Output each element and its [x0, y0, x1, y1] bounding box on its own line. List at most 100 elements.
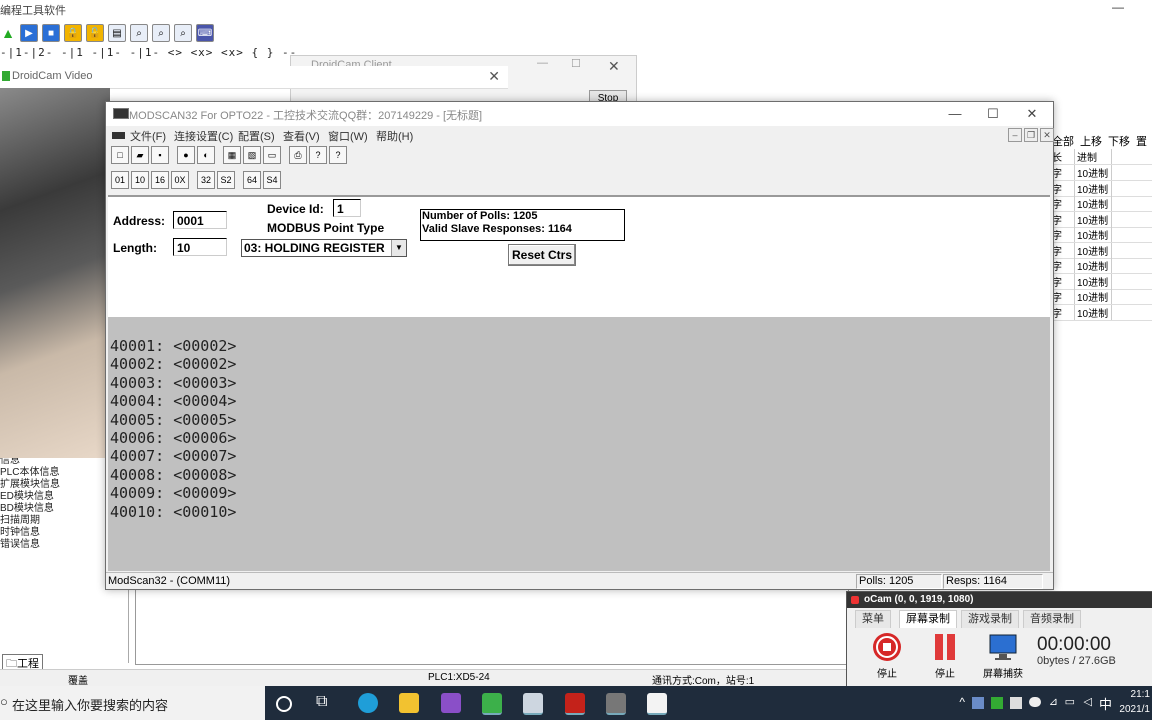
edge-icon[interactable] [358, 693, 378, 713]
monitor-icon[interactable]: ▤ [108, 24, 126, 42]
monitor-icon[interactable]: ▭ [263, 146, 281, 164]
stop-icon[interactable]: ■ [42, 24, 60, 42]
droidcam-client-maximize[interactable]: ☐ [571, 57, 581, 70]
address-input[interactable]: 0001 [173, 211, 227, 229]
screen-capture-button[interactable]: 屏幕捕获 [981, 632, 1025, 680]
decimal-format-icon[interactable]: 10 [131, 171, 149, 189]
visual-studio-icon[interactable] [441, 693, 461, 713]
stop-record-button[interactable]: 停止 [865, 632, 909, 680]
register-row[interactable]: 40010: <00010> [110, 503, 236, 521]
keyboard-icon[interactable]: ⌨ [196, 24, 214, 42]
folder-icon[interactable] [399, 693, 419, 713]
clock-date[interactable]: 2021/1 [1119, 704, 1150, 715]
tray-app-icon[interactable] [972, 697, 984, 709]
float-format-icon[interactable]: 0X [171, 171, 189, 189]
lock-icon[interactable]: 🔒 [64, 24, 82, 42]
search-icon[interactable]: ⌕ [152, 24, 170, 42]
cortana-icon[interactable] [276, 696, 292, 712]
right-panel-row[interactable]: 字 10进制 [1052, 273, 1152, 290]
move-down-button[interactable]: 下移 [1108, 133, 1130, 149]
register-row[interactable]: 40001: <00002> [110, 337, 236, 355]
mdi-restore-button[interactable]: ❐ [1024, 128, 1038, 142]
chevron-up-icon[interactable]: ^ [959, 695, 965, 709]
register-row[interactable]: 40008: <00008> [110, 466, 236, 484]
display-options-icon[interactable]: ▦ [223, 146, 241, 164]
tab-menu[interactable]: 菜单 [855, 610, 891, 628]
maximize-button[interactable]: ☐ [978, 104, 1008, 124]
right-panel-row[interactable]: 字 10进制 [1052, 242, 1152, 259]
mdi-minimize-button[interactable]: – [1008, 128, 1022, 142]
register-row[interactable]: 40006: <00006> [110, 429, 236, 447]
tree-item[interactable]: ED模块信息 [0, 491, 100, 503]
reset-counters-button[interactable]: Reset Ctrs [508, 244, 576, 266]
context-help-icon[interactable]: ? [329, 146, 347, 164]
ladder-symbol-toolbar[interactable]: -|1-|2- -|1 -|1- -|1- <> <x> <x> { } -- … [0, 46, 300, 64]
menu-file[interactable]: 文件(F) [130, 128, 166, 144]
register-row[interactable]: 40007: <00007> [110, 447, 236, 465]
tab-screen-record[interactable]: 屏幕录制 [899, 610, 957, 628]
tray-app2-icon[interactable] [1010, 697, 1022, 709]
tree-item[interactable]: 错误信息 [0, 539, 100, 551]
float32-format-icon[interactable]: 32 [197, 171, 215, 189]
acrobat-icon[interactable] [565, 693, 585, 715]
close-icon[interactable]: ✕ [488, 68, 500, 85]
background-minimize-button[interactable]: — [1112, 0, 1124, 14]
mdi-close-button[interactable]: ✕ [1040, 128, 1054, 142]
tree-item[interactable]: 扩展模块信息 [0, 479, 100, 491]
hex-format-icon[interactable]: 16 [151, 171, 169, 189]
tree-item[interactable]: PLC本体信息 [0, 467, 100, 479]
mdi-doc-icon[interactable] [112, 132, 125, 139]
set-button[interactable]: 置 [1136, 133, 1147, 149]
minimize-button[interactable]: — [940, 104, 970, 124]
unlock-icon[interactable]: 🔓 [86, 24, 104, 42]
all-button[interactable]: 全部 [1052, 133, 1074, 149]
tray-wechat-icon[interactable] [991, 697, 1003, 709]
window-task-icon[interactable] [523, 693, 543, 715]
tree-item[interactable]: BD模块信息 [0, 503, 100, 515]
menu-view[interactable]: 查看(V) [283, 128, 320, 144]
menu-window[interactable]: 窗口(W) [328, 128, 368, 144]
help-icon[interactable]: ? [309, 146, 327, 164]
volume-icon[interactable]: ◁ [1084, 695, 1092, 708]
right-panel-row[interactable]: 字 10进制 [1052, 289, 1152, 305]
clock-time[interactable]: 21:1 [1131, 689, 1150, 700]
right-panel-row[interactable]: 字 10进制 [1052, 304, 1152, 321]
register-row[interactable]: 40005: <00005> [110, 411, 236, 429]
menu-connection[interactable]: 连接设置(C) [174, 128, 233, 144]
cloud-icon[interactable] [1029, 697, 1041, 707]
register-row[interactable]: 40009: <00009> [110, 484, 236, 502]
right-panel-row[interactable]: 字 10进制 [1052, 227, 1152, 243]
point-type-select[interactable]: 03: HOLDING REGISTER ▼ [241, 239, 407, 257]
register-row[interactable]: 40004: <00004> [110, 392, 236, 410]
length-input[interactable]: 10 [173, 238, 227, 256]
register-row[interactable]: 40003: <00003> [110, 374, 236, 392]
right-panel-row[interactable]: 字 10进制 [1052, 258, 1152, 274]
register-row[interactable]: 40002: <00002> [110, 355, 236, 373]
droidcam-client-minimize[interactable]: — [537, 57, 548, 69]
find-replace-icon[interactable]: ⌕ [174, 24, 192, 42]
close-icon[interactable]: ✕ [608, 58, 620, 75]
tree-item[interactable]: 扫描周期 [0, 515, 100, 527]
connect-icon[interactable]: ◐ [197, 146, 215, 164]
ime-indicator[interactable]: 中 [1099, 694, 1112, 713]
new-file-icon[interactable]: □ [111, 146, 129, 164]
poll-icon[interactable]: ▧ [243, 146, 261, 164]
pause-button[interactable]: 停止 [923, 632, 967, 680]
right-panel-row[interactable]: 字 10进制 [1052, 211, 1152, 228]
task-view-icon[interactable]: ⧉ [316, 693, 336, 713]
record-icon[interactable]: ● [177, 146, 195, 164]
right-panel-row[interactable]: 字 10进制 [1052, 165, 1152, 181]
swapped-float-icon[interactable]: S2 [217, 171, 235, 189]
battery-icon[interactable]: ▭ [1065, 695, 1075, 708]
network-icon[interactable]: ⊿ [1049, 695, 1058, 708]
swapped-double-icon[interactable]: S4 [263, 171, 281, 189]
move-up-button[interactable]: 上移 [1080, 133, 1102, 149]
play-icon[interactable]: ▶ [20, 24, 38, 42]
device-id-input[interactable]: 1 [333, 199, 361, 217]
save-icon[interactable]: ▪ [151, 146, 169, 164]
modscan-task-icon[interactable] [606, 693, 626, 715]
open-folder-icon[interactable]: ▰ [131, 146, 149, 164]
zoom-icon[interactable]: ⌕ [130, 24, 148, 42]
right-panel-row[interactable]: 字 10进制 [1052, 196, 1152, 212]
tab-audio-record[interactable]: 音频录制 [1023, 610, 1081, 628]
